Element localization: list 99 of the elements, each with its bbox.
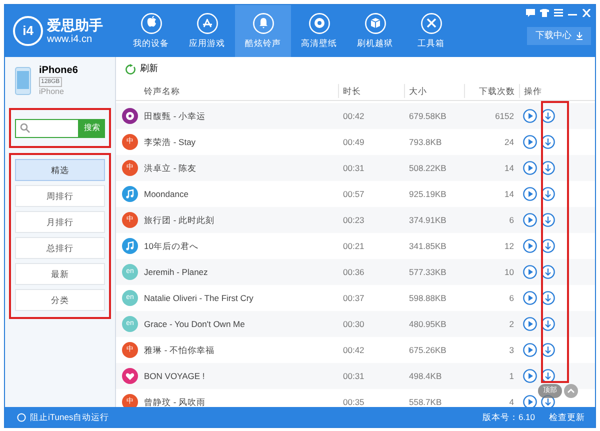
play-icon[interactable] (523, 369, 537, 383)
ringtone-name: 旅行团 - 此时此刻 (144, 214, 215, 226)
ringtone-name: Moondance (144, 188, 188, 200)
size-cell-text: 577.33KB (408, 266, 448, 278)
ringtone-name: 李荣浩 - Stay (144, 136, 196, 148)
app-url: www.i4.cn (47, 34, 94, 45)
column-header[interactable]: 下载次数 (464, 84, 519, 98)
device-name: iPhone6 (39, 65, 78, 77)
bell-icon (252, 12, 274, 34)
ringtone-name: 10年后の君へ (144, 240, 198, 252)
download-count-cell-text: 2 (508, 318, 515, 330)
apple-icon (140, 12, 162, 34)
size-cell-text: 598.88KB (408, 292, 448, 304)
size-cell-text: 374.91KB (408, 214, 448, 226)
download-count-cell-text: 14 (504, 162, 515, 174)
play-icon[interactable] (523, 291, 537, 305)
duration-cell-text: 00:49 (342, 136, 366, 148)
download-count-cell-text: 10 (504, 266, 515, 278)
play-icon[interactable] (523, 161, 537, 175)
sidebar-item[interactable]: 周排行 (15, 185, 105, 207)
feedback-icon[interactable] (526, 9, 535, 17)
version-label: 版本号：6.10 (482, 410, 535, 424)
sidebar-item[interactable]: 精选 (15, 159, 105, 181)
duration-cell-text: 00:57 (342, 188, 366, 200)
ringtone-name: BON VOYAGE ! (144, 370, 205, 382)
shirt-icon[interactable] (540, 9, 549, 17)
search-icon (20, 123, 30, 133)
phone-icon (15, 67, 31, 95)
refresh-icon[interactable] (125, 64, 136, 74)
play-icon[interactable] (523, 265, 537, 279)
size-cell-text: 675.26KB (408, 344, 448, 356)
duration-cell-text: 00:35 (342, 396, 366, 407)
ringtone-name: Jeremih - Planez (144, 266, 208, 278)
download-count-cell-text: 14 (504, 188, 515, 200)
size-cell-text: 793.8KB (408, 136, 443, 148)
column-header[interactable]: 大小 (404, 84, 464, 98)
play-icon[interactable] (523, 187, 537, 201)
ringtone-name: Natalie Oliveri - The First Cry (144, 292, 254, 304)
download-count-cell-text: 1 (508, 370, 515, 382)
play-icon[interactable] (523, 395, 537, 407)
nav-tab[interactable]: 高清壁纸 (291, 5, 347, 57)
duration-cell-text: 00:42 (342, 344, 366, 356)
ringtone-name: 雅琳 - 不怕你幸福 (144, 344, 215, 356)
app-name: 爱思助手 (47, 17, 103, 34)
nav-tab[interactable]: 应用游戏 (179, 5, 235, 57)
sidebar-item[interactable]: 分类 (15, 289, 105, 311)
device-model: iPhone (39, 87, 65, 97)
download-count-cell-text: 6152 (494, 110, 515, 122)
ringtone-name: Grace - You Don't Own Me (144, 318, 245, 330)
sidebar-item[interactable]: 总排行 (15, 237, 105, 259)
radio-icon[interactable] (17, 412, 26, 422)
box-icon (364, 12, 386, 34)
duration-cell-text: 00:36 (342, 266, 366, 278)
download-count-cell-text: 3 (508, 344, 515, 356)
sidebar-item[interactable]: 最新 (15, 263, 105, 285)
play-icon[interactable] (523, 213, 537, 227)
menu-icon[interactable] (554, 9, 563, 17)
play-icon[interactable] (523, 109, 537, 123)
download-icon (576, 32, 582, 40)
size-cell-text: 498.4KB (408, 370, 443, 382)
size-cell-text: 925.19KB (408, 188, 448, 200)
ringtone-name: 田馥甄 - 小幸运 (144, 110, 206, 122)
size-cell-text: 480.95KB (408, 318, 448, 330)
duration-cell-text: 00:31 (342, 162, 366, 174)
refresh-link[interactable]: 刷新 (140, 62, 158, 76)
app-store-icon (196, 12, 218, 34)
download-count-cell-text: 24 (504, 136, 515, 148)
play-icon[interactable] (523, 135, 537, 149)
nav-tab[interactable]: 工具箱 (403, 5, 459, 57)
play-icon[interactable] (523, 239, 537, 253)
ringtone-name: 曾静玟 - 风吹雨 (144, 396, 206, 407)
column-header[interactable]: 铃声名称 (116, 84, 338, 98)
column-header[interactable]: 操作 (519, 84, 559, 98)
ringtone-name: 洪卓立 - 陈友 (144, 162, 197, 174)
duration-cell-text: 00:31 (342, 370, 366, 382)
duration-cell-text: 00:37 (342, 292, 366, 304)
download-count-cell-text: 4 (508, 396, 515, 407)
column-header[interactable]: 时长 (338, 84, 404, 98)
size-cell-text: 558.7KB (408, 396, 443, 407)
duration-cell-text: 00:30 (342, 318, 366, 330)
sidebar-item[interactable]: 月排行 (15, 211, 105, 233)
size-cell-text: 341.85KB (408, 240, 448, 252)
download-count-cell-text: 6 (508, 214, 515, 226)
size-cell-text: 679.58KB (408, 110, 448, 122)
nav-tab[interactable]: 我的设备 (123, 5, 179, 57)
size-cell-text: 508.22KB (408, 162, 448, 174)
duration-cell-text: 00:21 (342, 240, 366, 252)
download-count-cell-text: 6 (508, 292, 515, 304)
duration-cell-text: 00:42 (342, 110, 366, 122)
search-field[interactable] (15, 118, 79, 138)
itunes-option-label[interactable]: 阻止iTunes自动运行 (30, 410, 110, 424)
check-update-button[interactable]: 检查更新 (549, 410, 585, 424)
download-count-cell-text: 12 (504, 240, 515, 252)
play-icon[interactable] (523, 317, 537, 331)
logo-icon: i4 (13, 16, 43, 46)
close-icon[interactable] (582, 9, 591, 17)
nav-tab[interactable]: 刷机越狱 (347, 5, 403, 57)
duration-cell-text: 00:23 (342, 214, 366, 226)
play-icon[interactable] (523, 343, 537, 357)
